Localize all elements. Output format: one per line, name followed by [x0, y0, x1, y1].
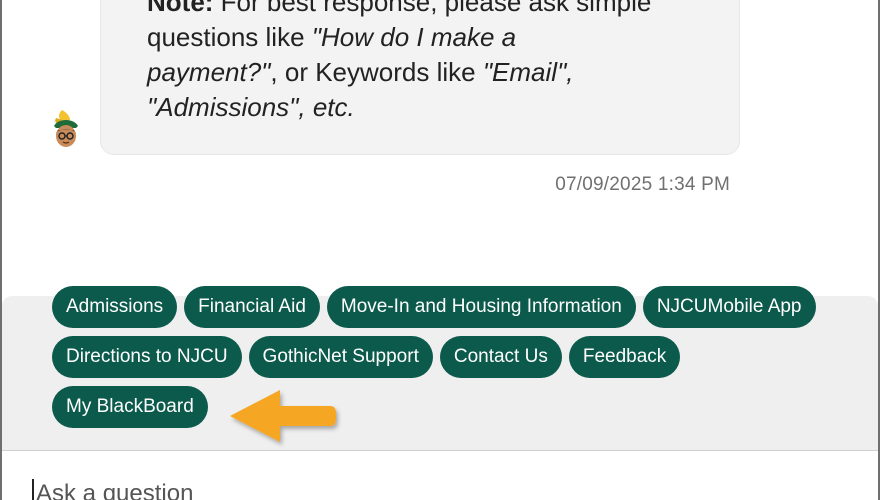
chat-window: Note: For best response, please ask simp…: [0, 0, 880, 500]
message-line2-italic: "How do I make a: [311, 22, 517, 52]
quick-reply-list: Admissions Financial Aid Move-In and Hou…: [52, 286, 878, 436]
question-input[interactable]: [32, 479, 836, 500]
quick-reply-row-3: My BlackBoard: [52, 386, 878, 428]
quick-reply-feedback[interactable]: Feedback: [568, 336, 681, 378]
message-line1: For best response, please ask simple: [213, 0, 652, 17]
quick-reply-my-blackboard[interactable]: My BlackBoard: [52, 386, 208, 428]
message-line3-italic2: "Email",: [482, 57, 574, 87]
quick-reply-contact-us[interactable]: Contact Us: [439, 336, 562, 378]
quick-reply-financial-aid[interactable]: Financial Aid: [184, 286, 320, 328]
quick-reply-admissions[interactable]: Admissions: [52, 286, 178, 328]
bot-message-bubble: Note: For best response, please ask simp…: [100, 0, 740, 155]
message-line3-italic: payment?": [147, 57, 271, 87]
message-list: Note: For best response, please ask simp…: [2, 0, 878, 300]
quick-reply-njcumobile-app[interactable]: NJCUMobile App: [642, 286, 816, 328]
quick-reply-move-in-housing[interactable]: Move-In and Housing Information: [326, 286, 636, 328]
message-line4-italic: "Admissions", etc.: [147, 92, 355, 122]
quick-reply-row-1: Admissions Financial Aid Move-In and Hou…: [52, 286, 878, 328]
input-bar: [2, 450, 878, 500]
pointer-arrow-icon: [230, 390, 336, 442]
note-label: Note:: [147, 0, 214, 17]
quick-reply-gothicnet-support[interactable]: GothicNet Support: [248, 336, 433, 378]
message-timestamp: 07/09/2025 1:34 PM: [555, 174, 730, 195]
quick-reply-directions[interactable]: Directions to NJCU: [52, 336, 242, 378]
quick-reply-row-2: Directions to NJCU GothicNet Support Con…: [52, 336, 878, 378]
message-line3-plain: , or Keywords like: [270, 57, 483, 87]
quick-replies-panel: Admissions Financial Aid Move-In and Hou…: [2, 286, 878, 450]
bot-avatar-icon: [54, 110, 78, 147]
message-line2-plain: questions like: [147, 22, 312, 52]
